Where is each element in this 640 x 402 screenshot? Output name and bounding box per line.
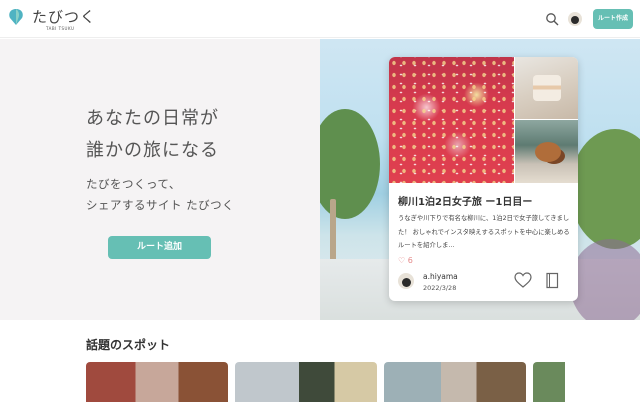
- hero-sub-line2: シェアするサイト たびつく: [86, 198, 235, 212]
- add-route-button[interactable]: ルート追加: [108, 236, 211, 259]
- logo-text[interactable]: たびつく: [32, 6, 96, 27]
- spot-card[interactable]: [384, 362, 526, 402]
- like-count-value: 6: [407, 256, 413, 265]
- spot-card[interactable]: [235, 362, 377, 402]
- bookmark-icon[interactable]: [545, 272, 560, 289]
- like-count: ♡ 6: [398, 256, 413, 265]
- card-description: うなぎや川下りで有名な柳川に、1泊2日で女子旅してきました！ おしゃれでインスタ…: [398, 215, 570, 249]
- card-photo-cake: [515, 57, 578, 119]
- hero-sub-line1: たびをつくって、: [86, 177, 181, 191]
- author-name[interactable]: a.hiyama: [423, 272, 458, 281]
- create-route-button[interactable]: ルート作成: [593, 9, 633, 29]
- hero-tagline-line1: あなたの日常が: [86, 108, 219, 129]
- spot-card[interactable]: [533, 362, 640, 402]
- post-date: 2022/3/28: [423, 284, 457, 292]
- small-heart-icon: ♡: [398, 256, 406, 265]
- card-main-photo: [389, 57, 514, 183]
- featured-route-card[interactable]: 柳川1泊2日女子旅 ー1日目ー うなぎや川下りで有名な柳川に、1泊2日で女子旅し…: [389, 57, 578, 301]
- heart-icon[interactable]: [514, 272, 532, 289]
- author-avatar[interactable]: [398, 273, 414, 289]
- spot-card[interactable]: [86, 362, 228, 402]
- card-title[interactable]: 柳川1泊2日女子旅 ー1日目ー: [398, 193, 532, 208]
- hero-tagline-line2: 誰かの旅になる: [86, 140, 219, 161]
- logo-icon[interactable]: [6, 7, 26, 27]
- site-header: たびつく TABI TSUKU ルート作成: [0, 0, 640, 38]
- section-title: 話題のスポット: [86, 338, 171, 352]
- logo-subtitle: TABI TSUKU: [46, 26, 75, 31]
- card-photo-food: [515, 120, 578, 183]
- user-avatar[interactable]: [568, 12, 582, 26]
- search-icon[interactable]: [545, 12, 559, 26]
